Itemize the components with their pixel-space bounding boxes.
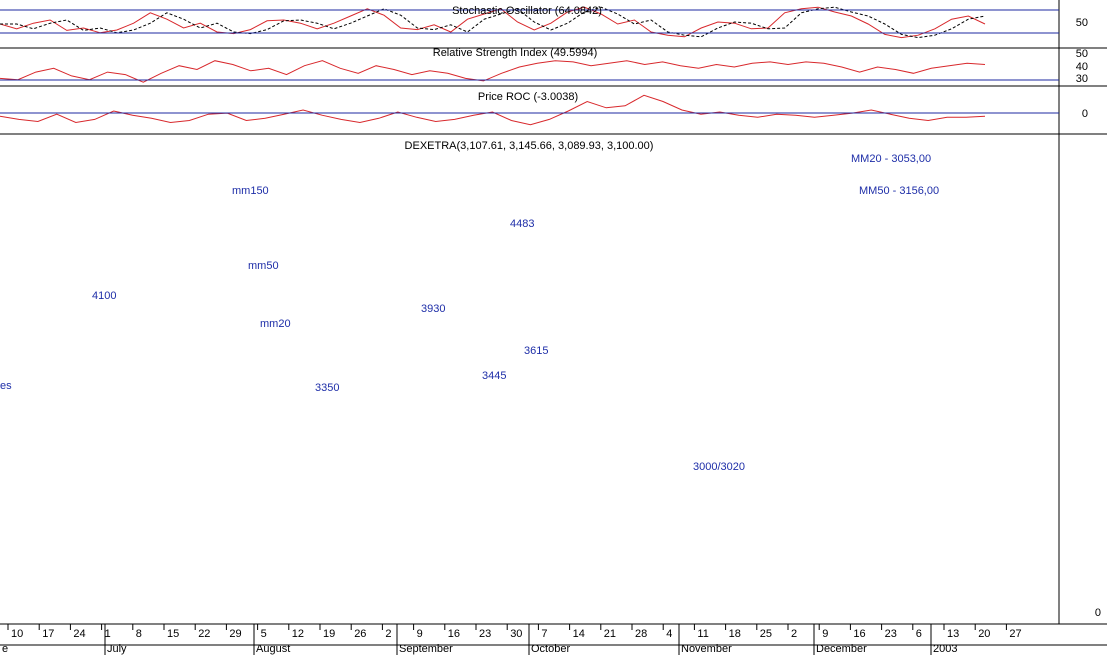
month-label: October	[531, 643, 570, 655]
month-label: July	[107, 643, 127, 655]
month-label: August	[256, 643, 290, 655]
x-tick-label: 12	[292, 628, 304, 640]
month-label: December	[816, 643, 867, 655]
x-tick-label: 8	[136, 628, 142, 640]
rsi-title: Relative Strength Index (49.5994)	[433, 47, 598, 59]
x-tick-label: 25	[760, 628, 772, 640]
x-tick-label: 20	[978, 628, 990, 640]
level-label-3930: 3930	[421, 303, 445, 315]
x-tick-label: 7	[541, 628, 547, 640]
month-label: September	[399, 643, 453, 655]
x-tick-label: 2	[791, 628, 797, 640]
indicator-lines	[0, 6, 1059, 126]
x-tick-label: 21	[604, 628, 616, 640]
roc-title: Price ROC (-3.0038)	[478, 91, 578, 103]
month-label: e	[2, 643, 8, 655]
x-tick-label: 30	[510, 628, 522, 640]
price-title: DEXETRA(3,107.61, 3,145.66, 3,089.93, 3,…	[405, 140, 654, 152]
rsi-tick-label: 30	[1076, 73, 1088, 85]
rsi-tick-label: 40	[1076, 61, 1088, 73]
x-tick-label: 26	[354, 628, 366, 640]
rsi-tick-label: 50	[1076, 48, 1088, 60]
chart-window: 5000450040003500300025000101724181522295…	[0, 0, 1107, 655]
x-tick-label: 23	[479, 628, 491, 640]
level-label-3350: 3350	[315, 382, 339, 394]
mm50-info: MM50 - 3156,00	[859, 185, 939, 197]
x-tick-label: 1	[105, 628, 111, 640]
x-tick-label: 22	[198, 628, 210, 640]
level-label-4100: 4100	[92, 290, 116, 302]
x-tick-label: 9	[822, 628, 828, 640]
mm20-info: MM20 - 3053,00	[851, 153, 931, 165]
stochastic-tick-label: 50	[1076, 17, 1088, 29]
x-tick-label: 11	[697, 628, 708, 640]
month-label: November	[681, 643, 732, 655]
rsi-line	[0, 60, 986, 83]
x-tick-label: 9	[417, 628, 423, 640]
x-tick-label: 19	[323, 628, 335, 640]
x-tick-label: 16	[448, 628, 460, 640]
level-label-3445: 3445	[482, 370, 506, 382]
level-label-4483: 4483	[510, 218, 534, 230]
mm20-label: mm20	[260, 318, 291, 330]
stochastic-title: Stochastic Oscillator (64.0842)	[452, 5, 602, 17]
x-tick-label: 5	[261, 628, 267, 640]
x-tick-label: 13	[947, 628, 959, 640]
x-tick-label: 24	[73, 628, 85, 640]
level-label-3000: 3000/3020	[693, 461, 745, 473]
chart-canvas: 5000450040003500300025000101724181522295…	[0, 0, 1107, 655]
x-tick-label: 28	[635, 628, 647, 640]
price-tick-label: 0	[1095, 607, 1101, 619]
x-tick-label: 10	[11, 628, 23, 640]
x-tick-label: 14	[573, 628, 585, 640]
x-tick-label: 29	[229, 628, 241, 640]
roc-tick-label: 0	[1082, 108, 1088, 120]
x-tick-label: 4	[666, 628, 672, 640]
edge-label: es	[0, 380, 12, 392]
mm150-label: mm150	[232, 185, 269, 197]
level-label-3615: 3615	[524, 345, 548, 357]
x-tick-label: 16	[853, 628, 865, 640]
x-tick-label: 23	[885, 628, 897, 640]
mm50-label: mm50	[248, 260, 279, 272]
x-tick-label: 2	[385, 628, 391, 640]
month-label: 2003	[933, 643, 957, 655]
x-tick-label: 15	[167, 628, 179, 640]
x-tick-label: 17	[42, 628, 54, 640]
x-tick-label: 6	[916, 628, 922, 640]
x-tick-label: 18	[729, 628, 741, 640]
x-tick-label: 27	[1009, 628, 1021, 640]
